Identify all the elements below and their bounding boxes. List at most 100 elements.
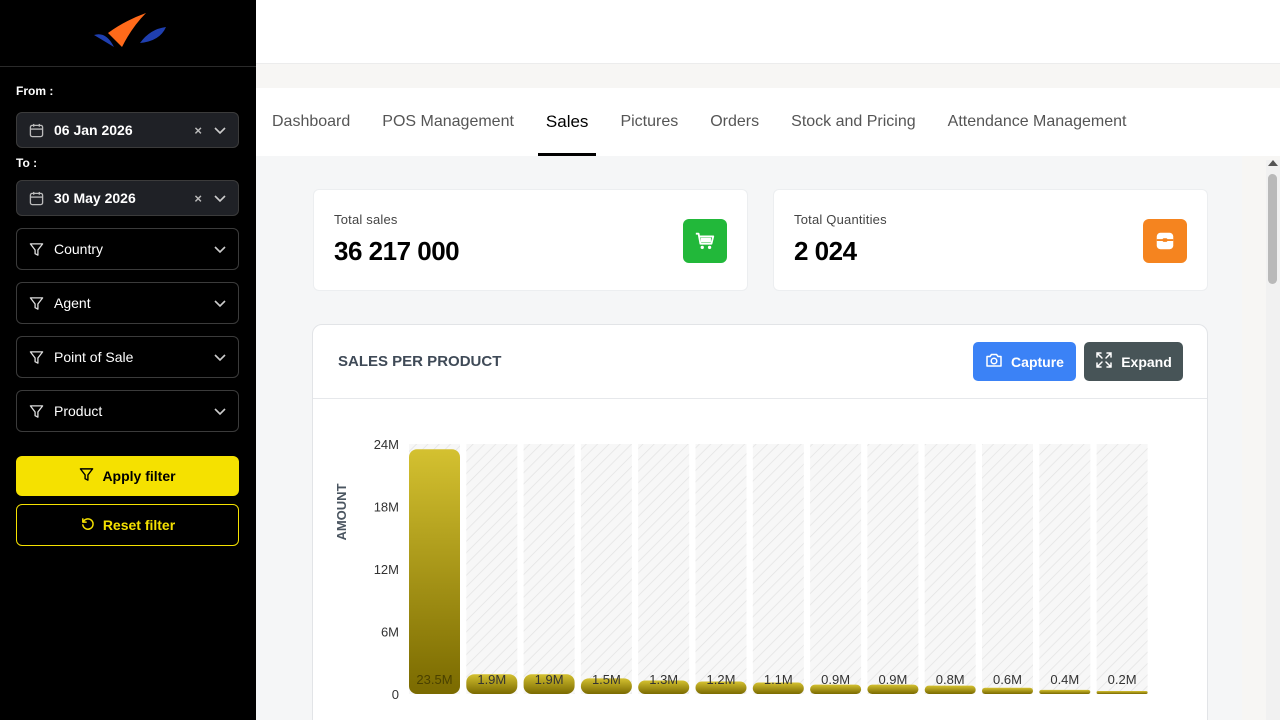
bar-data-label: 0.9M <box>878 672 907 687</box>
bar[interactable] <box>1039 689 1091 694</box>
calendar-icon <box>29 190 45 206</box>
y-axis-label: AMOUNT <box>334 483 349 540</box>
country-select[interactable]: Country <box>16 228 239 270</box>
total-sales-value: 36 217 000 <box>334 236 460 266</box>
bar-data-label: 0.4M <box>1050 672 1079 687</box>
tab-pictures[interactable]: Pictures <box>620 88 678 156</box>
bar-data-label: 1.3M <box>649 672 678 687</box>
point-of-sale-select[interactable]: Point of Sale <box>16 336 239 378</box>
bar-data-label: 1.9M <box>535 672 564 687</box>
product-select-label: Product <box>54 403 103 419</box>
filter-icon <box>29 295 45 311</box>
bar-background <box>924 444 976 694</box>
expand-label: Expand <box>1121 353 1172 370</box>
box-icon <box>1143 219 1187 263</box>
bar-data-label: 1.9M <box>477 672 506 687</box>
bar-background <box>867 444 919 694</box>
from-date-picker[interactable]: 06 Jan 2026 × <box>16 112 239 148</box>
total-sales-card: Total sales 36 217 000 <box>313 189 748 291</box>
bar-background <box>1096 444 1148 694</box>
scrollbar[interactable] <box>1266 160 1280 720</box>
bar-background <box>1039 444 1091 694</box>
logo <box>0 0 256 67</box>
chart-header: SALES PER PRODUCT Capture Expand <box>313 325 1207 399</box>
bar-data-label: 0.9M <box>821 672 850 687</box>
to-date-value: 30 May 2026 <box>54 190 136 206</box>
main-tabs: Dashboard POS Management Sales Pictures … <box>256 88 1280 156</box>
apply-filter-button[interactable]: Apply filter <box>16 456 239 496</box>
chevron-down-icon[interactable] <box>214 241 226 257</box>
scroll-thumb[interactable] <box>1268 174 1277 284</box>
tab-pos-management[interactable]: POS Management <box>382 88 514 156</box>
chevron-down-icon[interactable] <box>214 295 226 311</box>
to-date-picker[interactable]: 30 May 2026 × <box>16 180 239 216</box>
point-of-sale-select-label: Point of Sale <box>54 349 134 365</box>
total-quantities-label: Total Quantities <box>794 212 887 227</box>
bar-data-label: 23.5M <box>416 672 452 687</box>
reset-filter-button[interactable]: Reset filter <box>16 504 239 546</box>
tab-attendance-management[interactable]: Attendance Management <box>948 88 1127 156</box>
capture-button[interactable]: Capture <box>973 342 1076 381</box>
total-quantities-value: 2 024 <box>794 236 857 266</box>
bar[interactable] <box>1096 691 1148 694</box>
bar-background <box>466 444 518 694</box>
brand-logo-icon <box>94 13 166 47</box>
bar-background <box>638 444 690 694</box>
apply-filter-label: Apply filter <box>102 468 176 484</box>
bar-background <box>752 444 804 694</box>
agent-select[interactable]: Agent <box>16 282 239 324</box>
tab-orders[interactable]: Orders <box>710 88 759 156</box>
y-tick-label: 18M <box>374 500 399 515</box>
expand-button[interactable]: Expand <box>1084 342 1183 381</box>
chevron-down-icon[interactable] <box>214 403 226 419</box>
scroll-up-icon[interactable] <box>1268 160 1278 166</box>
bar-background <box>695 444 747 694</box>
calendar-icon <box>29 122 45 138</box>
capture-label: Capture <box>1011 353 1064 370</box>
filter-icon <box>29 403 45 419</box>
y-tick-label: 0 <box>392 687 399 702</box>
content-area: Total sales 36 217 000 Total Quantities … <box>256 156 1242 720</box>
bar[interactable] <box>409 449 460 694</box>
tab-sales[interactable]: Sales <box>537 88 597 156</box>
from-date-value: 06 Jan 2026 <box>54 122 133 138</box>
bar[interactable] <box>982 687 1033 694</box>
reset-icon <box>80 516 95 534</box>
bar-data-label: 1.2M <box>707 672 736 687</box>
filter-icon <box>29 349 45 365</box>
chart-title: SALES PER PRODUCT <box>338 353 502 370</box>
to-label: To : <box>16 156 38 170</box>
bar-data-label: 0.6M <box>993 672 1022 687</box>
tab-dashboard[interactable]: Dashboard <box>272 88 350 156</box>
filter-icon <box>79 467 94 485</box>
total-quantities-card: Total Quantities 2 024 <box>773 189 1208 291</box>
from-label: From : <box>16 84 54 98</box>
y-tick-label: 24M <box>374 437 399 452</box>
clear-icon[interactable]: × <box>194 123 202 138</box>
sales-per-product-card: SALES PER PRODUCT Capture Expand AMOUNT … <box>312 324 1208 720</box>
tab-stock-and-pricing[interactable]: Stock and Pricing <box>791 88 916 156</box>
chevron-down-icon[interactable] <box>214 122 226 138</box>
total-sales-label: Total sales <box>334 212 398 227</box>
camera-icon <box>985 352 1003 371</box>
sales-bar-chart: AMOUNT 0 6M 12M 18M 24M 23.5M 1.9M 1.9M 1.5M 1.3… <box>334 437 1148 702</box>
agent-select-label: Agent <box>54 295 91 311</box>
bar-data-label: 1.5M <box>592 672 621 687</box>
clear-icon[interactable]: × <box>194 191 202 206</box>
product-select[interactable]: Product <box>16 390 239 432</box>
filter-icon <box>29 241 45 257</box>
chevron-down-icon[interactable] <box>214 349 226 365</box>
top-bar <box>256 0 1280 64</box>
y-tick-label: 12M <box>374 562 399 577</box>
bar-data-label: 0.2M <box>1108 672 1137 687</box>
sidebar: From : 06 Jan 2026 × To : 30 May 2026 × … <box>0 0 256 720</box>
bar-background <box>523 444 575 694</box>
y-tick-label: 6M <box>381 625 399 640</box>
bar-background <box>982 444 1033 694</box>
reset-filter-label: Reset filter <box>102 517 176 533</box>
country-select-label: Country <box>54 241 104 257</box>
chevron-down-icon[interactable] <box>214 190 226 206</box>
cart-icon <box>683 219 727 263</box>
bar-data-label: 1.1M <box>764 672 793 687</box>
bar-background <box>810 444 862 694</box>
